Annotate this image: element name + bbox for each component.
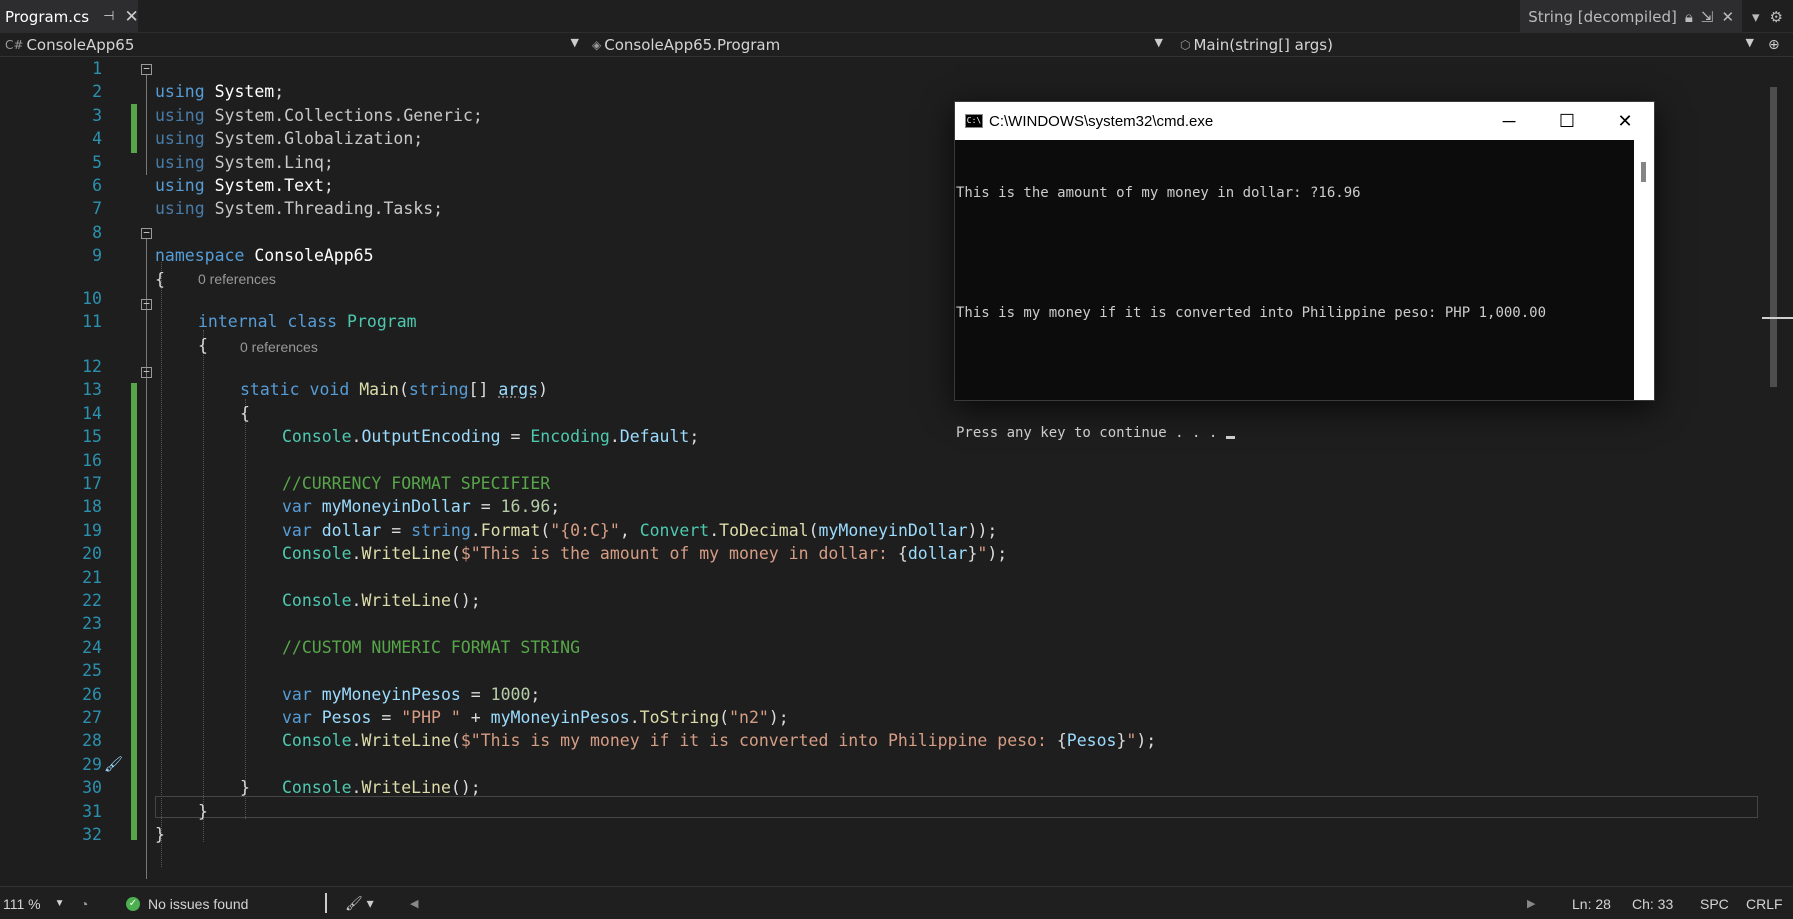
decompiled-tab-title: String [decompiled] (1528, 7, 1677, 26)
line-number: 17 (82, 474, 102, 493)
line-number: 27 (82, 708, 102, 727)
scroll-right-icon[interactable]: ▶ (1527, 887, 1535, 919)
zoom-dropdown[interactable]: 111 % ▼ (3, 887, 65, 919)
class-dropdown[interactable]: ◈ ConsoleApp65.Program ▼ (592, 33, 1169, 57)
line-number: 24 (82, 637, 102, 657)
tab-string-decompiled[interactable]: String [decompiled] 🔒︎ ⇲ ✕ (1520, 0, 1743, 33)
checkmark-icon: ✓ (126, 896, 140, 911)
line-indicator[interactable]: Ln: 28 (1572, 887, 1611, 919)
line-number: 3 (92, 105, 102, 125)
cmd-title: C:\WINDOWS\system32\cmd.exe (989, 112, 1214, 130)
text-cursor (1225, 436, 1235, 439)
document-tab-bar: Program.cs ⊣ ✕ String [decompiled] 🔒︎ ⇲ … (0, 0, 1793, 33)
tab-program-cs[interactable]: Program.cs ⊣ ✕ (0, 0, 139, 33)
chevron-down-icon: ▼ (570, 36, 579, 49)
tab-list-dropdown-icon[interactable]: ▾ (1752, 8, 1760, 26)
line-number: 20 (82, 544, 102, 564)
copilot-icon[interactable]: ◔ (80, 887, 88, 919)
line-number: 8 (92, 222, 102, 242)
line-number: 31 (82, 801, 102, 821)
line-number: 21 (82, 567, 102, 587)
codelens-references[interactable]: 0 references (240, 337, 318, 357)
settings-icon[interactable]: ⚙ (1770, 8, 1783, 26)
member-name: Main(string[] args) (1193, 36, 1333, 54)
cmd-icon: C:\ (965, 114, 983, 128)
line-number: 9 (92, 246, 102, 266)
close-icon[interactable]: ✕ (124, 7, 138, 27)
line-number: 15 (82, 427, 102, 447)
line-number: 25 (82, 661, 102, 681)
project-name: ConsoleApp65 (26, 36, 135, 54)
chevron-down-icon: ▼ (1745, 36, 1754, 49)
output-line: Press any key to continue . . . (956, 425, 1226, 441)
line-number: 7 (92, 199, 102, 219)
line-number: 26 (82, 684, 102, 704)
scroll-left-icon[interactable]: ◀ (410, 887, 418, 919)
line-number: 4 (92, 129, 102, 149)
divider (325, 893, 327, 913)
line-number: 13 (82, 380, 102, 400)
split-editor-icon[interactable]: ⊕ (1768, 33, 1788, 57)
scrollbar-caret-marker (1762, 317, 1793, 319)
issues-text: No issues found (148, 895, 249, 912)
minimize-button[interactable]: ─ (1480, 102, 1538, 140)
output-line: This is the amount of my money in dollar… (956, 185, 1361, 201)
class-name: ConsoleApp65.Program (604, 36, 781, 54)
line-number: 11 (82, 312, 102, 332)
codelens-references[interactable]: 0 references (198, 269, 276, 289)
navigation-bar: C# ConsoleApp65 ▼ ◈ ConsoleApp65.Program… (0, 33, 1793, 57)
maximize-button[interactable]: ☐ (1538, 102, 1596, 140)
vertical-scrollbar[interactable] (1762, 57, 1793, 877)
close-icon[interactable]: ✕ (1721, 8, 1734, 26)
scrollbar-thumb[interactable] (1770, 87, 1777, 387)
cmd-title-bar[interactable]: C:\ C:\WINDOWS\system32\cmd.exe ─ ☐ ✕ (955, 102, 1654, 140)
code-line-11: { (198, 335, 208, 355)
line-number: 12 (82, 357, 102, 376)
cmd-output: This is the amount of my money in dollar… (955, 140, 1635, 441)
line-number: 6 (92, 176, 102, 195)
preview-tab-area: String [decompiled] 🔒︎ ⇲ ✕ ▾ ⚙ (1520, 0, 1793, 33)
line-number: 30 (82, 778, 102, 798)
chevron-down-icon: ▼ (54, 898, 65, 909)
line-ending-indicator[interactable]: CRLF (1746, 887, 1783, 919)
whitespace-indicator[interactable]: SPC (1700, 887, 1729, 919)
class-icon: ◈ (592, 38, 602, 52)
line-number: 19 (82, 520, 102, 540)
project-dropdown[interactable]: C# ConsoleApp65 ▼ (5, 33, 585, 57)
output-line: This is my money if it is converted into… (956, 305, 1547, 321)
line-number: 23 (82, 614, 102, 634)
zoom-level: 111 % (3, 895, 41, 912)
cmd-window[interactable]: C:\ C:\WINDOWS\system32\cmd.exe ─ ☐ ✕ Th… (954, 101, 1655, 441)
promote-tab-icon[interactable]: ⇲ (1701, 8, 1714, 26)
tab-title: Program.cs (5, 7, 90, 26)
line-number: 10 (82, 289, 102, 308)
line-number: 5 (92, 152, 102, 172)
line-number: 16 (82, 450, 102, 470)
line-number: 28 (82, 731, 102, 751)
line-number: 29 (82, 754, 102, 774)
column-indicator[interactable]: Ch: 33 (1632, 887, 1673, 919)
line-number: 22 (82, 591, 102, 610)
line-number: 14 (82, 403, 102, 423)
pin-icon[interactable]: ⊣ (103, 9, 114, 24)
status-bar: 111 % ▼ ◔ ✓ No issues found 🖌︎ ▾ ◀ ▶ Ln:… (0, 886, 1793, 919)
member-dropdown[interactable]: ⬡ Main(string[] args) ▼ (1180, 33, 1760, 57)
scrollbar-thumb[interactable] (1641, 162, 1646, 182)
cmd-scrollbar[interactable] (1634, 140, 1654, 400)
method-icon: ⬡ (1180, 38, 1191, 52)
close-button[interactable]: ✕ (1596, 102, 1654, 140)
lock-icon: 🔒︎ (1684, 7, 1693, 26)
issues-indicator[interactable]: ✓ No issues found (126, 887, 248, 919)
line-number: 18 (82, 497, 102, 517)
line-number: 2 (92, 82, 102, 102)
line-number: 32 (82, 825, 102, 844)
line-number: 1 (92, 59, 102, 78)
csharp-project-icon: C# (5, 38, 24, 52)
code-cleanup-icon[interactable]: 🖌︎ ▾ (345, 887, 374, 919)
chevron-down-icon: ▼ (1154, 36, 1163, 49)
